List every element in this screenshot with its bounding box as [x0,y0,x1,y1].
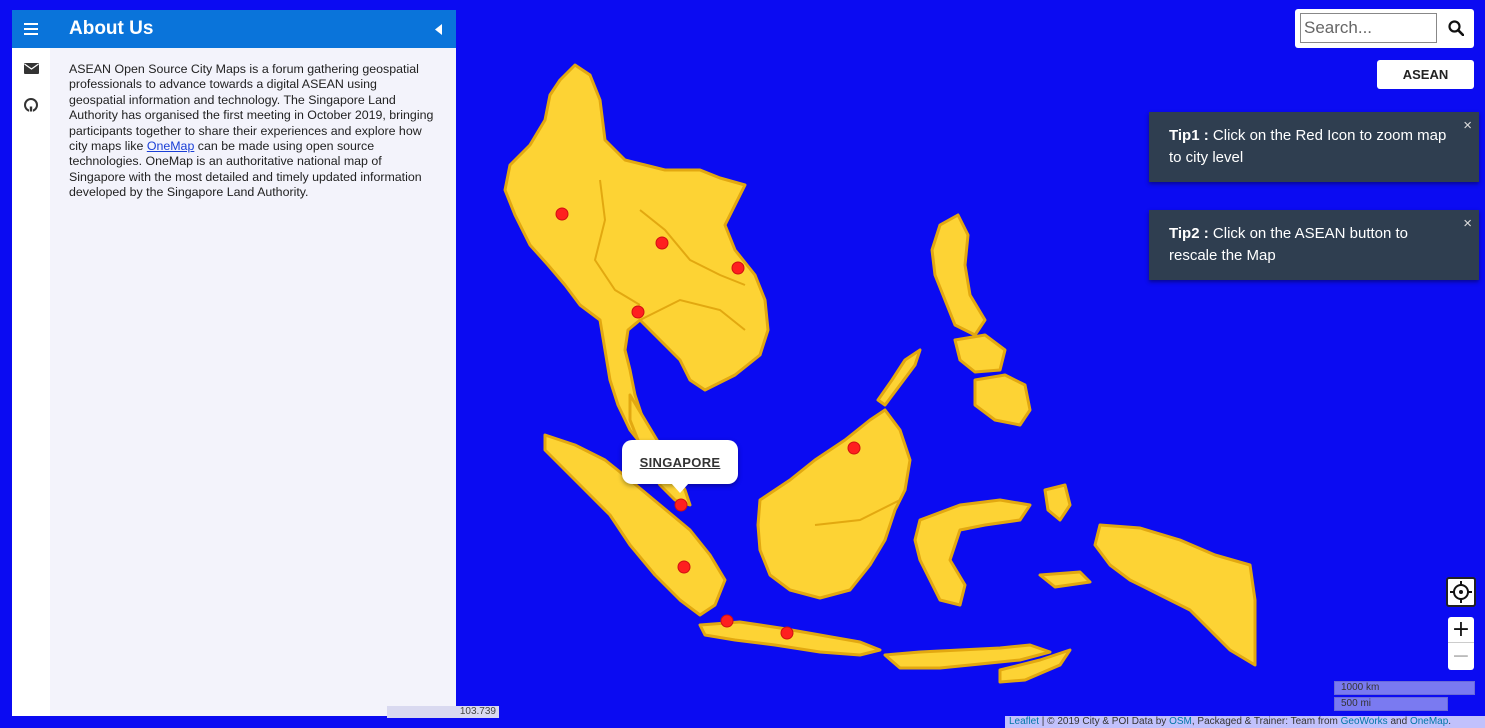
sidebar: About Us ASEAN Open Source City Maps is … [12,10,456,716]
city-marker [780,626,794,640]
city-marker [555,207,569,221]
attribution-text-2: , Packaged & Trainer: Team from [1191,716,1341,727]
city-marker [847,441,861,455]
attribution-text-4: . [1448,716,1452,727]
search-input[interactable] [1300,13,1437,43]
tip-1-label: Tip1 : [1169,127,1209,144]
tip-2-label: Tip2 : [1169,225,1209,242]
attribution-text-1: | © 2019 City & POI Data by [1039,716,1170,727]
search-button[interactable] [1441,13,1471,43]
city-marker [674,498,688,512]
map-canvas[interactable] [456,0,1485,728]
popup-city-link[interactable]: SINGAPORE [640,455,721,470]
tip-1-close-button[interactable]: × [1463,115,1472,137]
city-marker [677,560,691,574]
tip-1: Tip1 : Click on the Red Icon to zoom map… [1149,112,1479,182]
tip-2: Tip2 : Click on the ASEAN button to resc… [1149,210,1479,280]
leaflet-link[interactable]: Leaflet [1009,716,1039,727]
caret-left-icon [434,23,442,35]
maluku [1043,483,1072,522]
sidebar-tab-home[interactable] [12,10,50,48]
city-popup[interactable]: SINGAPORE [622,440,738,484]
menu-icon [24,23,38,35]
locate-button[interactable] [1446,577,1476,607]
sidebar-tab-github[interactable] [12,90,50,120]
sulawesi [913,498,1032,607]
about-text: ASEAN Open Source City Maps is a forum g… [50,48,456,201]
city-marker [731,261,745,275]
seram [1038,570,1092,589]
visayas [953,333,1007,374]
search-icon [1448,20,1464,36]
onemap-attribution-link[interactable]: OneMap [1410,716,1448,727]
collapse-sidebar-button[interactable] [430,21,446,37]
mouse-coordinates: 103.739 [387,706,499,718]
mainland-southeast-asia [503,63,770,447]
scale-mi: 500 mi [1334,697,1448,711]
asean-button[interactable]: ASEAN [1377,60,1474,89]
osm-link[interactable]: OSM [1169,716,1192,727]
crosshair-icon [1450,581,1472,603]
tip-1-text: Click on the Red Icon to zoom map to cit… [1169,127,1447,166]
envelope-icon [23,62,39,74]
geoworks-link[interactable]: GeoWorks [1341,716,1388,727]
onemap-link[interactable]: OneMap [147,139,195,153]
zoom-control: + − [1448,617,1474,670]
palawan [876,348,922,407]
sidebar-tabs [12,10,50,716]
attribution-text-3: and [1387,716,1410,727]
popup-tip [671,483,689,493]
luzon [930,213,987,337]
city-marker [720,614,734,628]
mindanao [973,373,1032,427]
pane-title: About Us [69,18,154,39]
search-control [1295,9,1474,48]
scale-km: 1000 km [1334,681,1475,695]
attribution: Leaflet | © 2019 City & POI Data by OSM,… [1005,716,1485,728]
zoom-in-button[interactable]: + [1448,617,1474,643]
city-marker [631,305,645,319]
zoom-out-button[interactable]: − [1448,644,1474,670]
city-marker [655,236,669,250]
sidebar-tab-mail[interactable] [12,53,50,83]
tip-2-close-button[interactable]: × [1463,213,1472,235]
pane-header: About Us [50,10,456,48]
github-icon [24,98,38,112]
map-svg [503,63,1257,684]
borneo [756,408,912,600]
papua [1093,523,1257,667]
